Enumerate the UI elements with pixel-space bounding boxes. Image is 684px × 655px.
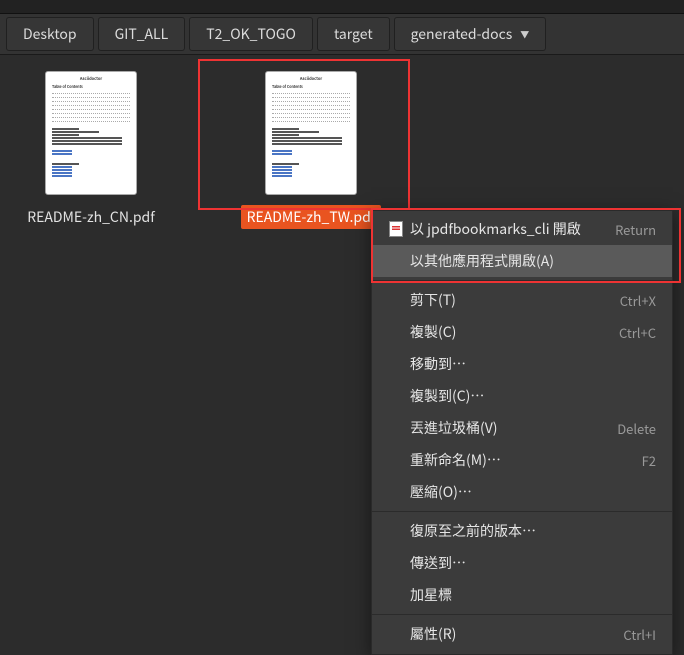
menu-label: 移動到… <box>410 354 656 374</box>
menu-copy-to[interactable]: 複製到(C)… <box>372 380 672 412</box>
menu-label: 剪下(T) <box>410 290 620 310</box>
menu-move-to[interactable]: 移動到… <box>372 348 672 380</box>
file-label: README-zh_CN.pdf <box>21 205 161 229</box>
file-label-selected: README-zh_TW.pdf <box>241 205 382 229</box>
pdf-thumbnail: Asciidoctor Table of Contents <box>45 71 137 195</box>
thumb-toc: Table of Contents <box>52 85 130 90</box>
menu-separator <box>372 280 672 281</box>
menu-accel: F2 <box>642 451 656 470</box>
thumb-title: Asciidoctor <box>52 77 130 83</box>
file-item[interactable]: Asciidoctor Table of Contents README-zh_… <box>16 71 166 229</box>
crumb-generated-docs[interactable]: generated-docs ▼ <box>394 17 547 51</box>
context-menu: 以 jpdfbookmarks_cli 開啟 Return 以其他應用程式開啟(… <box>371 210 673 655</box>
menu-star[interactable]: 加星標 <box>372 579 672 611</box>
crumb-label: target <box>334 24 373 44</box>
crumb-label: T2_OK_TOGO <box>206 24 296 44</box>
menu-label: 傳送到… <box>410 553 656 573</box>
crumb-target[interactable]: target <box>317 17 390 51</box>
menu-copy[interactable]: 複製(C) Ctrl+C <box>372 316 672 348</box>
window-titlebar <box>0 0 684 14</box>
chevron-down-icon: ▼ <box>520 28 529 41</box>
file-item-selected[interactable]: Asciidoctor Table of Contents README-zh_… <box>236 71 386 229</box>
menu-properties[interactable]: 屬性(R) Ctrl+I <box>372 618 672 650</box>
menu-label: 複製(C) <box>410 322 619 342</box>
crumb-label: GIT_ALL <box>115 24 169 44</box>
menu-accel: Return <box>615 220 656 239</box>
menu-send-to[interactable]: 傳送到… <box>372 547 672 579</box>
menu-label: 復原至之前的版本… <box>410 521 656 541</box>
thumb-toc: Table of Contents <box>272 85 350 90</box>
crumb-desktop[interactable]: Desktop <box>6 17 94 51</box>
menu-label: 屬性(R) <box>410 624 623 644</box>
menu-accel: Ctrl+X <box>620 291 656 310</box>
menu-label: 以其他應用程式開啟(A) <box>410 251 656 271</box>
menu-separator <box>372 614 672 615</box>
menu-separator <box>372 511 672 512</box>
menu-label: 以 jpdfbookmarks_cli 開啟 <box>410 219 615 239</box>
menu-label: 丟進垃圾桶(V) <box>410 418 617 438</box>
menu-revert[interactable]: 復原至之前的版本… <box>372 515 672 547</box>
menu-rename[interactable]: 重新命名(M)… F2 <box>372 444 672 476</box>
menu-trash[interactable]: 丟進垃圾桶(V) Delete <box>372 412 672 444</box>
crumb-t2-ok-togo[interactable]: T2_OK_TOGO <box>189 17 313 51</box>
menu-open-with-other[interactable]: 以其他應用程式開啟(A) <box>372 245 672 277</box>
menu-label: 加星標 <box>410 585 656 605</box>
pdf-thumbnail: Asciidoctor Table of Contents <box>265 71 357 195</box>
menu-label: 複製到(C)… <box>410 386 656 406</box>
breadcrumb: Desktop GIT_ALL T2_OK_TOGO target genera… <box>0 14 684 55</box>
menu-cut[interactable]: 剪下(T) Ctrl+X <box>372 284 672 316</box>
menu-accel: Delete <box>617 419 656 438</box>
menu-compress[interactable]: 壓縮(O)… <box>372 476 672 508</box>
menu-label: 壓縮(O)… <box>410 482 656 502</box>
pdf-file-icon <box>386 221 406 237</box>
menu-accel: Ctrl+C <box>619 323 656 342</box>
thumb-title: Asciidoctor <box>272 77 350 83</box>
menu-label: 重新命名(M)… <box>410 450 642 470</box>
crumb-git-all[interactable]: GIT_ALL <box>98 17 186 51</box>
crumb-label: Desktop <box>23 24 77 44</box>
menu-accel: Ctrl+I <box>623 625 656 644</box>
menu-open-with-default[interactable]: 以 jpdfbookmarks_cli 開啟 Return <box>372 213 672 245</box>
crumb-label: generated-docs <box>411 24 513 44</box>
